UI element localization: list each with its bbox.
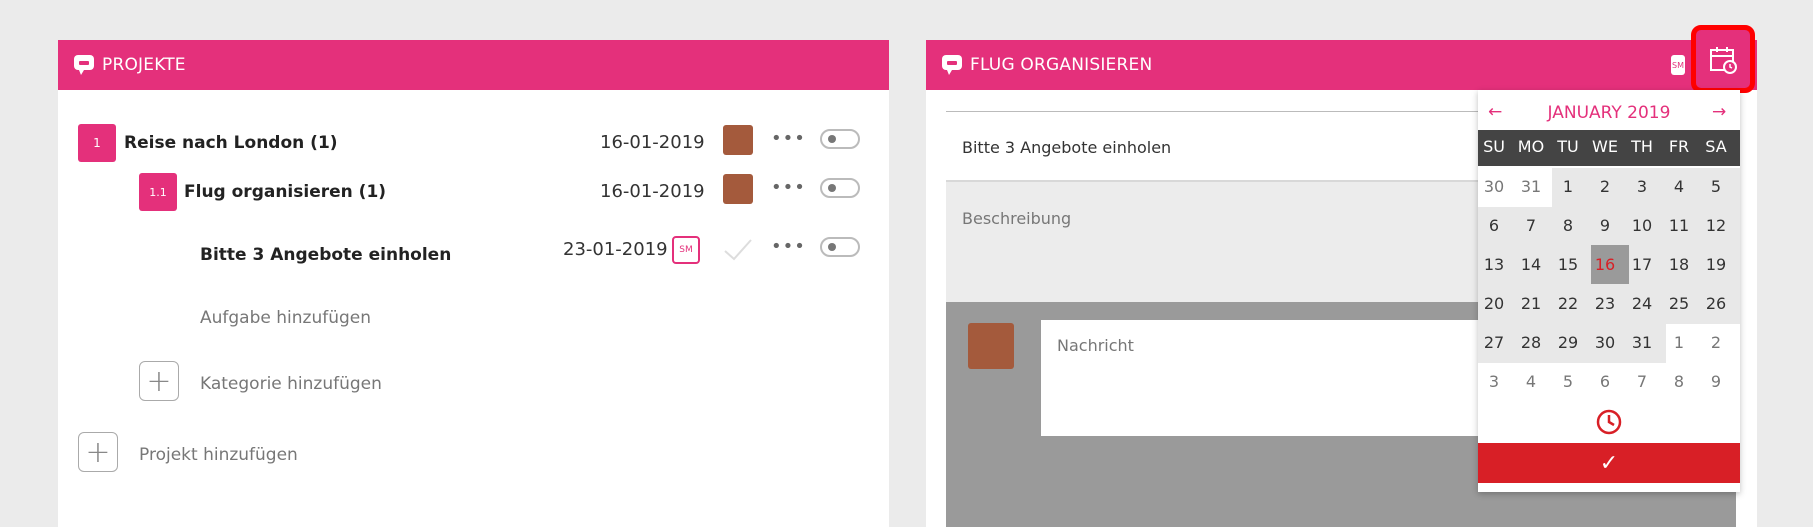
category-title[interactable]: Flug organisieren (1) bbox=[184, 182, 386, 202]
calendar-day[interactable]: 2 bbox=[1701, 333, 1731, 352]
calendar-day[interactable]: 20 bbox=[1479, 294, 1509, 313]
toggle-switch[interactable] bbox=[820, 178, 860, 198]
task-detail-title: FLUG ORGANISIEREN bbox=[970, 55, 1153, 75]
month-label[interactable]: JANUARY 2019 bbox=[1478, 103, 1740, 123]
weekday-label: SU bbox=[1483, 137, 1505, 156]
calendar-day[interactable]: 30 bbox=[1590, 333, 1620, 352]
project-title[interactable]: Reise nach London (1) bbox=[124, 133, 338, 153]
calendar-day[interactable]: 1 bbox=[1664, 333, 1694, 352]
calendar-day[interactable]: 28 bbox=[1516, 333, 1546, 352]
projects-title: PROJEKTE bbox=[102, 55, 186, 75]
calendar-day[interactable]: 15 bbox=[1553, 255, 1583, 274]
message-placeholder: Nachricht bbox=[1057, 336, 1134, 355]
datepicker: ← JANUARY 2019 → SU MO TU WE TH FR SA 30… bbox=[1478, 90, 1740, 492]
next-month-button[interactable]: → bbox=[1712, 102, 1726, 122]
calendar-button[interactable] bbox=[1691, 25, 1755, 93]
category-number-badge: 1.1 bbox=[139, 173, 177, 211]
calendar-day[interactable]: 14 bbox=[1516, 255, 1546, 274]
task-name-field[interactable]: Bitte 3 Angebote einholen bbox=[962, 138, 1171, 157]
calendar-day[interactable]: 7 bbox=[1516, 216, 1546, 235]
chat-icon bbox=[942, 55, 962, 75]
calendar-day[interactable]: 30 bbox=[1479, 177, 1509, 196]
description-placeholder: Beschreibung bbox=[962, 209, 1072, 228]
calendar-day[interactable]: 7 bbox=[1627, 372, 1657, 391]
calendar-day[interactable]: 17 bbox=[1627, 255, 1657, 274]
assignee-badge[interactable]: SM bbox=[672, 236, 700, 264]
projects-panel: PROJEKTE 1 Reise nach London (1) 16-01-2… bbox=[58, 40, 889, 527]
calendar-day[interactable]: 8 bbox=[1553, 216, 1583, 235]
task-detail-panel: FLUG ORGANISIEREN SM Bitte 3 Angebote ei… bbox=[926, 25, 1757, 527]
weekday-label: FR bbox=[1668, 137, 1690, 156]
toggle-switch[interactable] bbox=[820, 237, 860, 257]
task-date[interactable]: 23-01-2019 bbox=[563, 239, 668, 260]
confirm-date-button[interactable]: ✓ bbox=[1478, 443, 1740, 483]
add-project-button[interactable]: + bbox=[78, 432, 118, 472]
calendar-day[interactable]: 3 bbox=[1627, 177, 1657, 196]
calendar-day[interactable]: 19 bbox=[1701, 255, 1731, 274]
calendar-day[interactable]: 10 bbox=[1627, 216, 1657, 235]
calendar-day[interactable]: 9 bbox=[1590, 216, 1620, 235]
calendar-day[interactable]: 2 bbox=[1590, 177, 1620, 196]
task-detail-header: FLUG ORGANISIEREN bbox=[926, 40, 1757, 90]
category-date[interactable]: 16-01-2019 bbox=[600, 181, 705, 202]
calendar-day[interactable]: 4 bbox=[1664, 177, 1694, 196]
calendar-day[interactable]: 5 bbox=[1553, 372, 1583, 391]
clock-icon[interactable] bbox=[1595, 408, 1623, 436]
calendar-day[interactable]: 5 bbox=[1701, 177, 1731, 196]
avatar[interactable] bbox=[723, 174, 753, 204]
calendar-day[interactable]: 4 bbox=[1516, 372, 1546, 391]
chat-icon bbox=[74, 55, 94, 75]
plus-icon: + bbox=[85, 434, 111, 470]
calendar-day[interactable]: 31 bbox=[1516, 177, 1546, 196]
check-icon[interactable] bbox=[722, 237, 754, 263]
calendar-day[interactable]: 8 bbox=[1664, 372, 1694, 391]
calendar-day[interactable]: 25 bbox=[1664, 294, 1694, 313]
weekday-label: TH bbox=[1631, 137, 1653, 156]
add-task-link[interactable]: Aufgabe hinzufügen bbox=[200, 308, 371, 328]
calendar-day[interactable]: 12 bbox=[1701, 216, 1731, 235]
calendar-clock-icon bbox=[1710, 47, 1737, 74]
header-assignee-badge[interactable]: SM bbox=[1671, 55, 1685, 75]
calendar-day[interactable]: 1 bbox=[1553, 177, 1583, 196]
more-options-button[interactable]: ••• bbox=[771, 236, 806, 257]
calendar-day[interactable]: 26 bbox=[1701, 294, 1731, 313]
calendar-day[interactable]: 23 bbox=[1590, 294, 1620, 313]
calendar-day-selected[interactable]: 16 bbox=[1590, 255, 1620, 274]
calendar-day[interactable]: 24 bbox=[1627, 294, 1657, 313]
weekday-label: WE bbox=[1592, 137, 1618, 156]
calendar-day[interactable]: 29 bbox=[1553, 333, 1583, 352]
add-category-button[interactable]: + bbox=[139, 361, 179, 401]
project-date[interactable]: 16-01-2019 bbox=[600, 132, 705, 153]
projects-header: PROJEKTE bbox=[58, 40, 889, 90]
plus-icon: + bbox=[146, 363, 172, 399]
calendar-day[interactable]: 31 bbox=[1627, 333, 1657, 352]
add-category-link[interactable]: Kategorie hinzufügen bbox=[200, 374, 382, 394]
calendar-day[interactable]: 6 bbox=[1590, 372, 1620, 391]
calendar-day[interactable]: 27 bbox=[1479, 333, 1509, 352]
calendar-day[interactable]: 11 bbox=[1664, 216, 1694, 235]
avatar bbox=[968, 323, 1014, 369]
weekday-label: MO bbox=[1517, 137, 1545, 156]
calendar-day[interactable]: 9 bbox=[1701, 372, 1731, 391]
calendar-day[interactable]: 18 bbox=[1664, 255, 1694, 274]
add-project-link[interactable]: Projekt hinzufügen bbox=[139, 445, 298, 465]
weekday-label: TU bbox=[1557, 137, 1579, 156]
calendar-day[interactable]: 22 bbox=[1553, 294, 1583, 313]
task-title[interactable]: Bitte 3 Angebote einholen bbox=[200, 245, 451, 265]
more-options-button[interactable]: ••• bbox=[771, 128, 806, 149]
calendar-day[interactable]: 6 bbox=[1479, 216, 1509, 235]
calendar-day[interactable]: 3 bbox=[1479, 372, 1509, 391]
more-options-button[interactable]: ••• bbox=[771, 177, 806, 198]
check-icon: ✓ bbox=[1599, 450, 1619, 476]
calendar-day[interactable]: 21 bbox=[1516, 294, 1546, 313]
avatar[interactable] bbox=[723, 125, 753, 155]
toggle-switch[interactable] bbox=[820, 129, 860, 149]
weekday-label: SA bbox=[1705, 137, 1727, 156]
project-number-badge: 1 bbox=[78, 124, 116, 162]
calendar-day[interactable]: 13 bbox=[1479, 255, 1509, 274]
